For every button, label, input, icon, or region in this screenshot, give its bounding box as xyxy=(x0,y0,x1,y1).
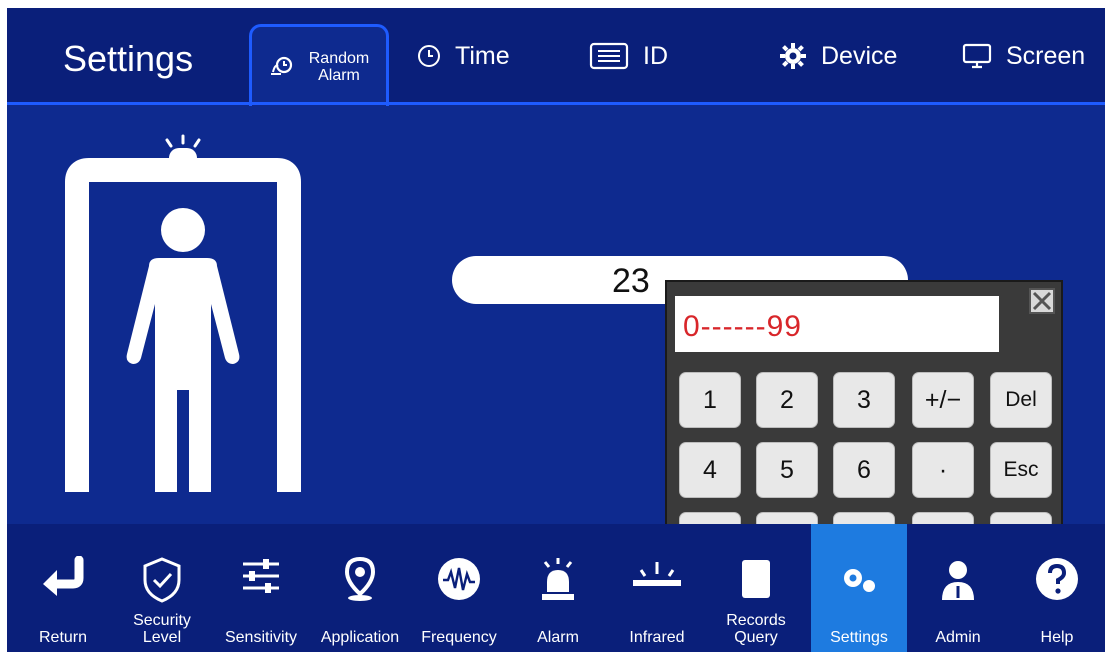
monitor-icon xyxy=(962,43,992,69)
nav-security-label-2: Level xyxy=(142,629,182,646)
siren-icon xyxy=(542,558,574,600)
key-5[interactable]: 5 xyxy=(756,442,818,498)
keypad-close-button[interactable] xyxy=(1029,288,1055,314)
nav-security-level[interactable]: Security Level xyxy=(114,524,210,652)
keypad-display: 0------99 xyxy=(675,296,999,352)
nav-application[interactable]: Application xyxy=(312,524,408,652)
nav-application-label: Application xyxy=(320,629,400,646)
page-title: Settings xyxy=(63,38,194,79)
nav-return[interactable]: Return xyxy=(15,524,111,652)
key-3[interactable]: 3 xyxy=(833,372,895,428)
header-bar: Settings Random Alarm Time ID Device Scr… xyxy=(7,8,1105,106)
return-arrow-icon xyxy=(43,556,84,596)
sliders-icon xyxy=(243,559,279,593)
metal-detector-gate-icon xyxy=(65,134,301,492)
list-icon xyxy=(589,42,629,70)
close-icon xyxy=(1032,291,1052,311)
records-icon xyxy=(742,560,770,598)
settings-gears-icon xyxy=(844,569,875,592)
nav-return-label: Return xyxy=(38,629,88,646)
nav-records-query[interactable]: Records Query xyxy=(708,524,804,652)
tab-id-label: ID xyxy=(643,41,668,70)
nav-records-label-2: Query xyxy=(734,629,778,646)
infrared-icon xyxy=(633,562,681,586)
nav-infrared-label: Infrared xyxy=(629,629,685,646)
tab-random-alarm-label-2: Alarm xyxy=(318,66,360,84)
shield-check-icon xyxy=(143,557,181,603)
key-4[interactable]: 4 xyxy=(679,442,741,498)
nav-security-label-1: Security xyxy=(133,612,191,629)
tab-device[interactable]: Device xyxy=(779,8,897,104)
admin-icon xyxy=(942,561,974,600)
gear-icon xyxy=(780,43,806,69)
app-screen: Settings Random Alarm Time ID Device Scr… xyxy=(7,8,1105,652)
tab-random-alarm[interactable]: Random Alarm xyxy=(249,24,389,106)
nav-admin-label: Admin xyxy=(935,629,981,646)
location-pin-icon xyxy=(344,556,376,601)
nav-records-label-1: Records xyxy=(726,612,786,629)
waveform-icon xyxy=(438,558,480,600)
nav-help[interactable]: Help xyxy=(1009,524,1105,652)
key-plus-minus[interactable]: +/− xyxy=(912,372,974,428)
bottom-nav-bar: Return Security Level Sensitivity Applic… xyxy=(7,524,1105,652)
nav-settings[interactable]: Settings xyxy=(811,524,907,652)
tab-screen[interactable]: Screen xyxy=(962,8,1085,104)
nav-alarm-label: Alarm xyxy=(537,629,579,646)
nav-frequency[interactable]: Frequency xyxy=(411,524,507,652)
clock-icon xyxy=(418,45,440,67)
key-esc[interactable]: Esc xyxy=(990,442,1052,498)
nav-sensitivity-label: Sensitivity xyxy=(224,629,298,646)
key-del[interactable]: Del xyxy=(990,372,1052,428)
key-1[interactable]: 1 xyxy=(679,372,741,428)
key-decimal-point[interactable]: · xyxy=(912,442,974,498)
key-2[interactable]: 2 xyxy=(756,372,818,428)
tab-random-alarm-label-1: Random xyxy=(308,49,370,67)
header-divider xyxy=(7,102,1105,105)
help-icon xyxy=(1036,558,1078,600)
tab-screen-label: Screen xyxy=(1006,41,1086,70)
nav-help-label: Help xyxy=(1040,629,1074,646)
tab-time[interactable]: Time xyxy=(417,8,510,104)
nav-infrared[interactable]: Infrared xyxy=(609,524,705,652)
value-text: 23 xyxy=(612,262,650,300)
tab-device-label: Device xyxy=(821,41,898,70)
keypad-range-hint: 0------99 xyxy=(683,310,802,343)
tab-id[interactable]: ID xyxy=(589,8,668,104)
key-6[interactable]: 6 xyxy=(833,442,895,498)
nav-frequency-label: Frequency xyxy=(421,629,497,646)
nav-settings-label: Settings xyxy=(830,629,888,646)
nav-admin[interactable]: Admin xyxy=(910,524,1006,652)
nav-alarm[interactable]: Alarm xyxy=(510,524,606,652)
nav-sensitivity[interactable]: Sensitivity xyxy=(213,524,309,652)
tab-time-label: Time xyxy=(455,41,510,70)
alarm-clock-icon xyxy=(270,56,292,75)
